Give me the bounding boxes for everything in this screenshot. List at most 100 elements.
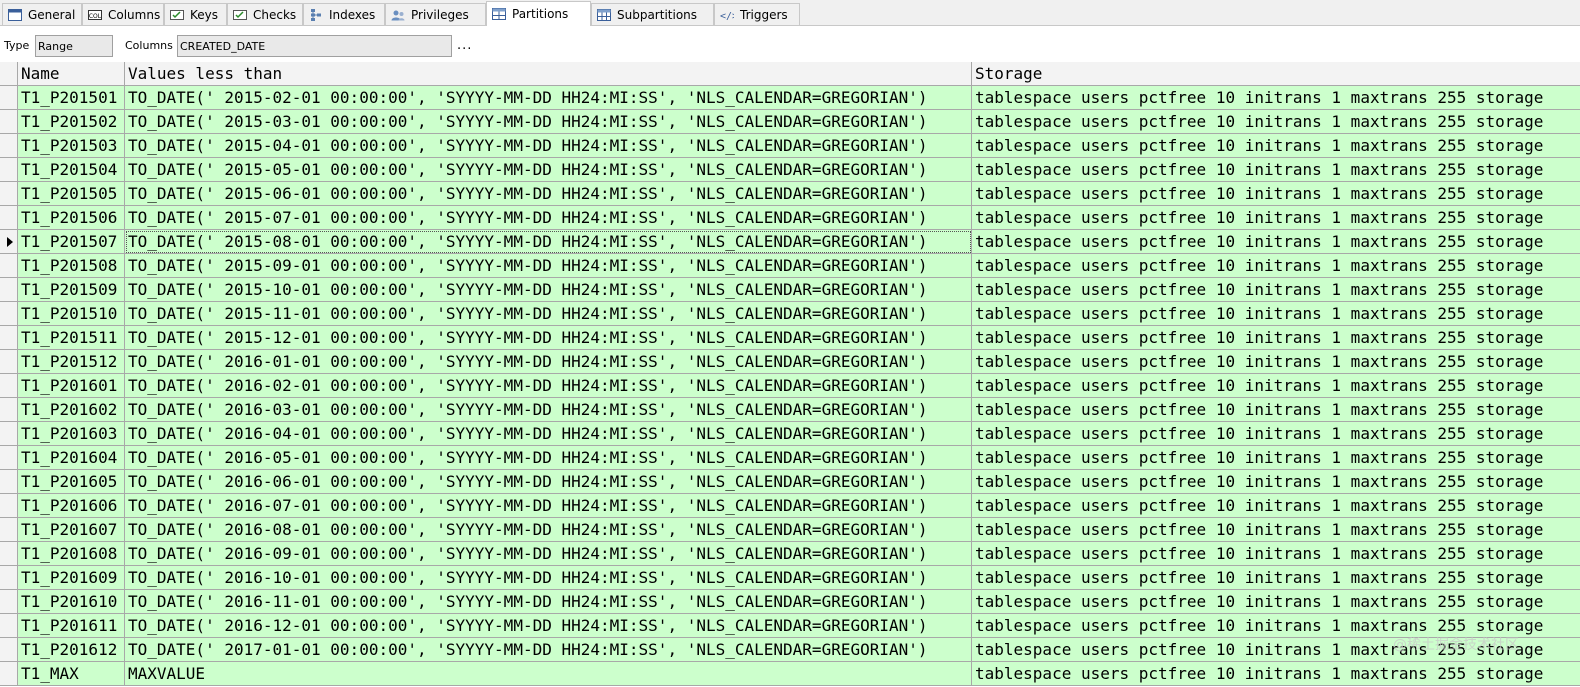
- column-header-storage[interactable]: Storage: [972, 62, 1580, 86]
- storage-cell[interactable]: tablespace users pctfree 10 initrans 1 m…: [972, 134, 1580, 158]
- row-indicator[interactable]: [0, 278, 18, 302]
- storage-cell[interactable]: tablespace users pctfree 10 initrans 1 m…: [972, 398, 1580, 422]
- table-row[interactable]: T1_P201511 TO_DATE(' 2015-12-01 00:00:00'…: [0, 326, 1580, 350]
- partition-name-cell[interactable]: T1_P201612: [18, 638, 125, 662]
- storage-cell[interactable]: tablespace users pctfree 10 initrans 1 m…: [972, 158, 1580, 182]
- storage-cell[interactable]: tablespace users pctfree 10 initrans 1 m…: [972, 254, 1580, 278]
- table-row[interactable]: T1_P201506 TO_DATE(' 2015-07-01 00:00:00'…: [0, 206, 1580, 230]
- values-less-than-cell[interactable]: TO_DATE(' 2016-12-01 00:00:00', 'SYYYY-M…: [125, 614, 972, 638]
- storage-cell[interactable]: tablespace users pctfree 10 initrans 1 m…: [972, 662, 1580, 686]
- table-row[interactable]: T1_P201606 TO_DATE(' 2016-07-01 00:00:00'…: [0, 494, 1580, 518]
- row-indicator[interactable]: [0, 206, 18, 230]
- table-row[interactable]: T1_P201609 TO_DATE(' 2016-10-01 00:00:00'…: [0, 566, 1580, 590]
- storage-cell[interactable]: tablespace users pctfree 10 initrans 1 m…: [972, 374, 1580, 398]
- storage-cell[interactable]: tablespace users pctfree 10 initrans 1 m…: [972, 518, 1580, 542]
- partition-name-cell[interactable]: T1_MAX: [18, 662, 125, 686]
- partition-name-cell[interactable]: T1_P201510: [18, 302, 125, 326]
- row-indicator[interactable]: [0, 158, 18, 182]
- table-row[interactable]: T1_P201503 TO_DATE(' 2015-04-01 00:00:00'…: [0, 134, 1580, 158]
- storage-cell[interactable]: tablespace users pctfree 10 initrans 1 m…: [972, 278, 1580, 302]
- row-indicator[interactable]: [0, 662, 18, 686]
- partition-name-cell[interactable]: T1_P201503: [18, 134, 125, 158]
- partition-name-cell[interactable]: T1_P201605: [18, 470, 125, 494]
- partition-name-cell[interactable]: T1_P201506: [18, 206, 125, 230]
- table-row[interactable]: T1_P201502 TO_DATE(' 2015-03-01 00:00:00'…: [0, 110, 1580, 134]
- partition-name-cell[interactable]: T1_P201606: [18, 494, 125, 518]
- values-less-than-cell[interactable]: TO_DATE(' 2015-08-01 00:00:00', 'SYYYY-M…: [125, 230, 972, 254]
- row-indicator[interactable]: [0, 110, 18, 134]
- table-row[interactable]: T1_P201510 TO_DATE(' 2015-11-01 00:00:00'…: [0, 302, 1580, 326]
- storage-cell[interactable]: tablespace users pctfree 10 initrans 1 m…: [972, 206, 1580, 230]
- row-indicator[interactable]: [0, 638, 18, 662]
- table-row[interactable]: T1_P201501 TO_DATE(' 2015-02-01 00:00:00'…: [0, 86, 1580, 110]
- values-less-than-cell[interactable]: TO_DATE(' 2016-07-01 00:00:00', 'SYYYY-M…: [125, 494, 972, 518]
- partition-name-cell[interactable]: T1_P201504: [18, 158, 125, 182]
- row-indicator[interactable]: [0, 470, 18, 494]
- values-less-than-cell[interactable]: TO_DATE(' 2015-02-01 00:00:00', 'SYYYY-M…: [125, 86, 972, 110]
- partition-name-cell[interactable]: T1_P201607: [18, 518, 125, 542]
- storage-cell[interactable]: tablespace users pctfree 10 initrans 1 m…: [972, 590, 1580, 614]
- storage-cell[interactable]: tablespace users pctfree 10 initrans 1 m…: [972, 470, 1580, 494]
- partition-name-cell[interactable]: T1_P201512: [18, 350, 125, 374]
- storage-cell[interactable]: tablespace users pctfree 10 initrans 1 m…: [972, 230, 1580, 254]
- values-less-than-cell[interactable]: TO_DATE(' 2016-10-01 00:00:00', 'SYYYY-M…: [125, 566, 972, 590]
- tab-indexes[interactable]: Indexes: [303, 3, 385, 25]
- row-indicator[interactable]: [0, 446, 18, 470]
- values-less-than-cell[interactable]: TO_DATE(' 2016-01-01 00:00:00', 'SYYYY-M…: [125, 350, 972, 374]
- storage-cell[interactable]: tablespace users pctfree 10 initrans 1 m…: [972, 542, 1580, 566]
- table-row[interactable]: T1_P201605 TO_DATE(' 2016-06-01 00:00:00'…: [0, 470, 1580, 494]
- row-indicator[interactable]: [0, 134, 18, 158]
- row-indicator[interactable]: [0, 374, 18, 398]
- table-row[interactable]: T1_P201512 TO_DATE(' 2016-01-01 00:00:00'…: [0, 350, 1580, 374]
- values-less-than-cell[interactable]: TO_DATE(' 2015-09-01 00:00:00', 'SYYYY-M…: [125, 254, 972, 278]
- row-indicator[interactable]: [0, 494, 18, 518]
- row-indicator[interactable]: [0, 350, 18, 374]
- partition-name-cell[interactable]: T1_P201602: [18, 398, 125, 422]
- values-less-than-cell[interactable]: TO_DATE(' 2016-05-01 00:00:00', 'SYYYY-M…: [125, 446, 972, 470]
- values-less-than-cell[interactable]: TO_DATE(' 2015-06-01 00:00:00', 'SYYYY-M…: [125, 182, 972, 206]
- table-row[interactable]: T1_P201604 TO_DATE(' 2016-05-01 00:00:00'…: [0, 446, 1580, 470]
- values-less-than-cell[interactable]: TO_DATE(' 2015-11-01 00:00:00', 'SYYYY-M…: [125, 302, 972, 326]
- row-indicator[interactable]: [0, 566, 18, 590]
- table-row[interactable]: T1_P201601 TO_DATE(' 2016-02-01 00:00:00'…: [0, 374, 1580, 398]
- values-less-than-cell[interactable]: TO_DATE(' 2016-06-01 00:00:00', 'SYYYY-M…: [125, 470, 972, 494]
- table-row[interactable]: T1_P201607 TO_DATE(' 2016-08-01 00:00:00'…: [0, 518, 1580, 542]
- tab-general[interactable]: General: [2, 3, 82, 25]
- storage-cell[interactable]: tablespace users pctfree 10 initrans 1 m…: [972, 494, 1580, 518]
- table-row[interactable]: T1_P201612 TO_DATE(' 2017-01-01 00:00:00'…: [0, 638, 1580, 662]
- partition-name-cell[interactable]: T1_P201601: [18, 374, 125, 398]
- storage-cell[interactable]: tablespace users pctfree 10 initrans 1 m…: [972, 182, 1580, 206]
- values-less-than-cell[interactable]: TO_DATE(' 2015-05-01 00:00:00', 'SYYYY-M…: [125, 158, 972, 182]
- tab-privileges[interactable]: Privileges: [385, 3, 486, 25]
- row-indicator[interactable]: [0, 542, 18, 566]
- values-less-than-cell[interactable]: TO_DATE(' 2015-03-01 00:00:00', 'SYYYY-M…: [125, 110, 972, 134]
- values-less-than-cell[interactable]: TO_DATE(' 2015-12-01 00:00:00', 'SYYYY-M…: [125, 326, 972, 350]
- partition-name-cell[interactable]: T1_P201501: [18, 86, 125, 110]
- type-field[interactable]: Range: [35, 35, 113, 57]
- values-less-than-cell[interactable]: TO_DATE(' 2017-01-01 00:00:00', 'SYYYY-M…: [125, 638, 972, 662]
- row-indicator[interactable]: [0, 254, 18, 278]
- partition-name-cell[interactable]: T1_P201507: [18, 230, 125, 254]
- table-row[interactable]: T1_P201610 TO_DATE(' 2016-11-01 00:00:00'…: [0, 590, 1580, 614]
- row-indicator[interactable]: [0, 326, 18, 350]
- row-indicator[interactable]: [0, 302, 18, 326]
- table-row[interactable]: T1_P201608 TO_DATE(' 2016-09-01 00:00:00'…: [0, 542, 1580, 566]
- storage-cell[interactable]: tablespace users pctfree 10 initrans 1 m…: [972, 566, 1580, 590]
- partition-name-cell[interactable]: T1_P201608: [18, 542, 125, 566]
- columns-ellipsis-button[interactable]: ...: [457, 38, 472, 53]
- row-indicator[interactable]: [0, 614, 18, 638]
- partition-name-cell[interactable]: T1_P201505: [18, 182, 125, 206]
- storage-cell[interactable]: tablespace users pctfree 10 initrans 1 m…: [972, 302, 1580, 326]
- storage-cell[interactable]: tablespace users pctfree 10 initrans 1 m…: [972, 110, 1580, 134]
- row-indicator[interactable]: [0, 182, 18, 206]
- table-row[interactable]: T1_P201508 TO_DATE(' 2015-09-01 00:00:00'…: [0, 254, 1580, 278]
- column-header-name[interactable]: Name: [18, 62, 125, 86]
- tab-checks[interactable]: Checks: [227, 3, 303, 25]
- storage-cell[interactable]: tablespace users pctfree 10 initrans 1 m…: [972, 446, 1580, 470]
- partition-name-cell[interactable]: T1_P201610: [18, 590, 125, 614]
- values-less-than-cell[interactable]: TO_DATE(' 2016-02-01 00:00:00', 'SYYYY-M…: [125, 374, 972, 398]
- partition-name-cell[interactable]: T1_P201508: [18, 254, 125, 278]
- tab-partitions[interactable]: Partitions: [486, 1, 591, 26]
- table-row[interactable]: T1_MAX MAXVALUE tablespace users pctfree 1…: [0, 662, 1580, 686]
- storage-cell[interactable]: tablespace users pctfree 10 initrans 1 m…: [972, 350, 1580, 374]
